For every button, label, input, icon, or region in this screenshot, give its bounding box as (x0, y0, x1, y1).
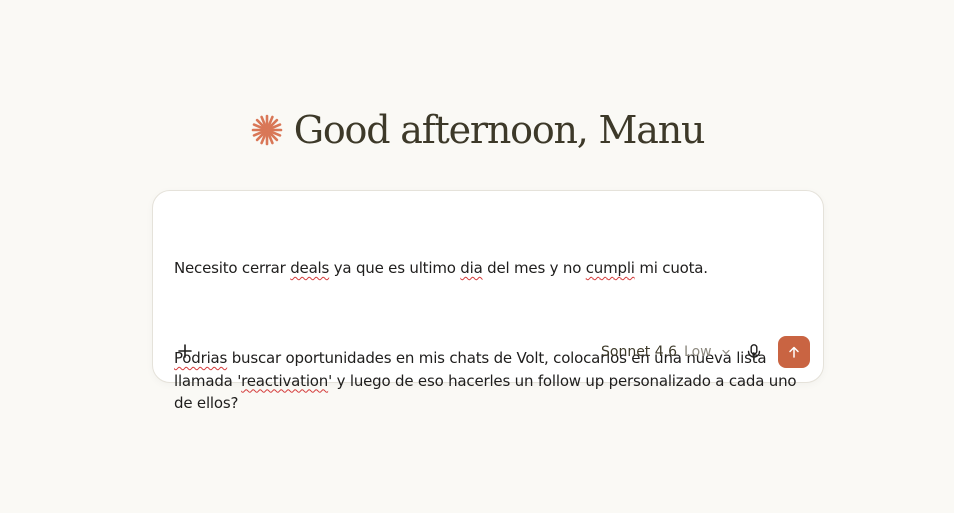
greeting-title: Good afternoon, Manu (293, 108, 706, 152)
chat-composer[interactable]: Necesito cerrar deals ya que es ultimo d… (152, 190, 824, 412)
voice-input-button[interactable] (741, 339, 767, 365)
add-attachment-button[interactable] (171, 337, 199, 365)
effort-level: Low (684, 344, 712, 360)
message-line: Necesito cerrar deals ya que es ultimo d… (174, 259, 708, 277)
send-button[interactable] (778, 336, 810, 368)
greeting-header: Good afternoon, Manu (0, 102, 954, 158)
model-selector[interactable]: Sonnet 4.6 Low (601, 341, 731, 363)
chevron-down-icon (721, 349, 730, 355)
plus-icon (178, 344, 192, 358)
message-input[interactable]: Necesito cerrar deals ya que es ultimo d… (174, 212, 806, 460)
arrow-up-icon (789, 346, 799, 358)
microphone-icon (747, 344, 761, 361)
claude-spark-icon (251, 114, 283, 146)
model-name: Sonnet 4.6 (601, 344, 678, 360)
